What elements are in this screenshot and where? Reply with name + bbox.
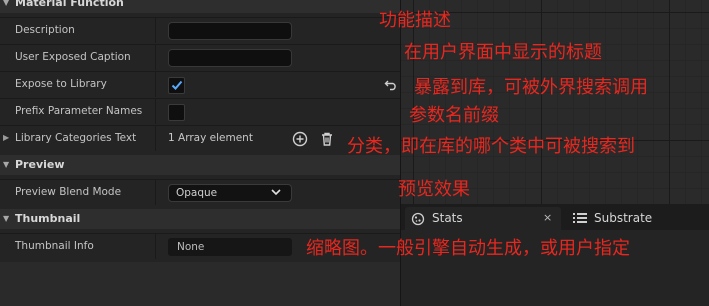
divider xyxy=(155,45,156,70)
divider xyxy=(155,18,156,43)
user-exposed-caption-input[interactable] xyxy=(168,49,292,67)
row-expose-to-library: Expose to Library xyxy=(0,71,401,97)
chevron-down-icon xyxy=(271,189,281,196)
property-label: Thumbnail Info xyxy=(15,240,94,252)
collapse-caret-icon[interactable]: ▼ xyxy=(3,155,9,175)
divider xyxy=(155,72,156,97)
close-icon[interactable]: × xyxy=(543,207,552,229)
section-title: Preview xyxy=(15,158,65,171)
section-title: Material Function xyxy=(15,0,124,9)
expose-to-library-checkbox[interactable] xyxy=(168,77,185,94)
empty-panel-area xyxy=(0,262,401,306)
row-user-exposed-caption: User Exposed Caption xyxy=(0,44,401,70)
trash-icon[interactable] xyxy=(319,131,335,147)
section-thumbnail[interactable]: ▼ Thumbnail xyxy=(0,209,401,229)
divider xyxy=(155,126,156,151)
check-icon xyxy=(171,80,183,90)
property-label: Expose to Library xyxy=(15,78,107,90)
row-library-categories-text: ▶ Library Categories Text 1 Array elemen… xyxy=(0,125,401,151)
expand-caret-icon[interactable]: ▶ xyxy=(3,133,9,142)
tab-label: Stats xyxy=(432,211,463,225)
annotation-caption: 在用户界面中显示的标题 xyxy=(404,42,602,63)
section-preview[interactable]: ▼ Preview xyxy=(0,155,401,175)
section-material-function[interactable]: ▼ Material Function xyxy=(0,0,401,13)
annotation-categories: 分类，即在库的哪个类中可被搜索到 xyxy=(347,136,635,157)
annotation-description: 功能描述 xyxy=(379,10,451,31)
preview-blend-mode-dropdown[interactable]: Opaque xyxy=(168,184,292,202)
property-label: Library Categories Text xyxy=(15,132,137,144)
annotation-thumbnail: 缩略图。一般引擎自动生成，或用户指定 xyxy=(306,238,630,259)
thumbnail-info-value: None xyxy=(177,241,205,253)
section-title: Thumbnail xyxy=(15,212,81,225)
property-label: Description xyxy=(15,24,75,36)
property-label: Prefix Parameter Names xyxy=(15,105,143,117)
divider xyxy=(155,234,156,259)
description-input[interactable] xyxy=(168,22,292,40)
annotation-expose: 暴露到库，可被外界搜索调用 xyxy=(414,77,648,98)
divider xyxy=(155,180,156,205)
array-element-count: 1 Array element xyxy=(168,132,253,144)
row-description: Description xyxy=(0,17,401,43)
row-prefix-parameter-names: Prefix Parameter Names xyxy=(0,98,401,124)
dropdown-value: Opaque xyxy=(176,187,218,199)
property-label: Preview Blend Mode xyxy=(15,186,122,198)
reset-arrow-icon[interactable] xyxy=(384,79,398,91)
plus-circle-icon[interactable] xyxy=(292,131,308,147)
stats-icon xyxy=(411,212,425,226)
substrate-icon xyxy=(573,213,587,223)
row-preview-blend-mode: Preview Blend Mode Opaque xyxy=(0,179,401,205)
tab-label: Substrate xyxy=(594,211,653,225)
divider xyxy=(155,99,156,124)
annotation-prefix: 参数名前缀 xyxy=(409,105,499,126)
property-label: User Exposed Caption xyxy=(15,51,131,63)
tab-substrate[interactable]: Substrate xyxy=(567,207,707,230)
thumbnail-info-field[interactable]: None xyxy=(168,238,292,256)
annotation-preview: 预览效果 xyxy=(398,179,470,200)
tab-stats[interactable]: Stats × xyxy=(405,207,561,230)
details-panel: ▼ Material Function Description User Exp… xyxy=(0,0,401,262)
collapse-caret-icon[interactable]: ▼ xyxy=(3,0,9,13)
prefix-parameter-names-checkbox[interactable] xyxy=(168,104,185,121)
collapse-caret-icon[interactable]: ▼ xyxy=(3,209,9,229)
tab-bar: Stats × Substrate xyxy=(401,204,709,230)
